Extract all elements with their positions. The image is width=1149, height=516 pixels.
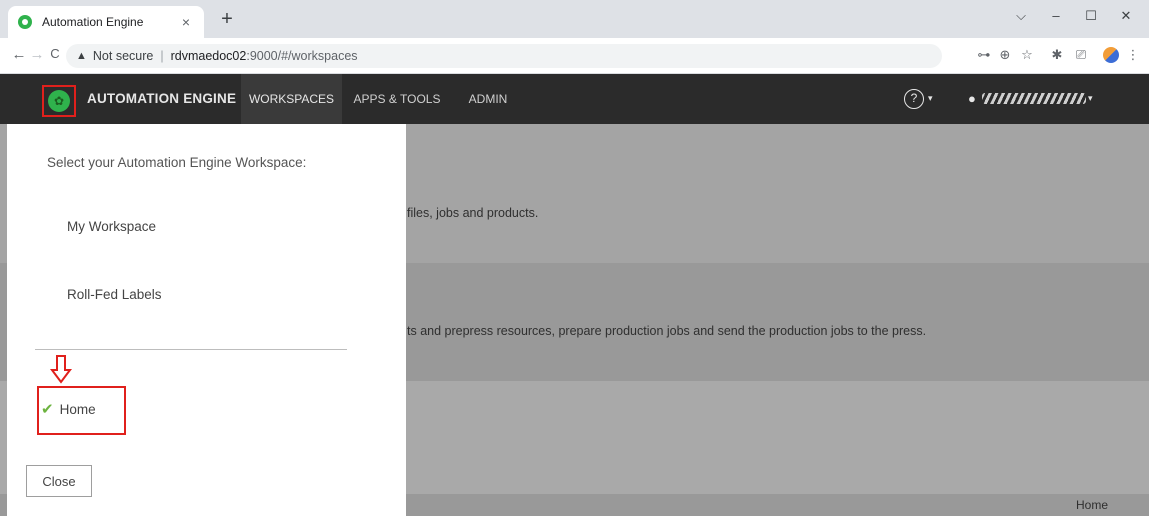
- password-key-icon[interactable]: ⊶: [975, 47, 993, 63]
- address-bar[interactable]: ▲ Not secure | rdvmaedoc02:9000/#/worksp…: [66, 44, 942, 68]
- home-label: Home: [59, 401, 96, 417]
- forward-button[interactable]: →: [28, 46, 46, 63]
- checkmark-icon: ✔: [41, 401, 54, 418]
- background-description-1: files, jobs and products.: [407, 206, 539, 220]
- help-icon[interactable]: ?: [904, 89, 924, 109]
- tab-close-icon[interactable]: ×: [178, 14, 194, 30]
- workspace-item-my-workspace[interactable]: My Workspace: [49, 212, 173, 242]
- workspace-panel: Select your Automation Engine Workspace:…: [7, 124, 406, 516]
- reload-button[interactable]: C: [46, 46, 64, 61]
- zoom-icon[interactable]: ⊕: [996, 47, 1014, 63]
- profile-avatar-icon[interactable]: [1103, 47, 1119, 63]
- url-path[interactable]: :9000/#/workspaces: [246, 49, 357, 63]
- close-button[interactable]: Close: [26, 465, 92, 497]
- browser-tab[interactable]: Automation Engine ×: [8, 6, 204, 38]
- minimize-button[interactable]: –: [1044, 8, 1068, 23]
- app-header: ✿ AUTOMATION ENGINE WORKSPACES APPS & TO…: [0, 74, 1149, 124]
- automation-engine-favicon-icon: [18, 15, 32, 29]
- user-name-redacted[interactable]: [982, 93, 1086, 104]
- browser-toolbar: ← → C ▲ Not secure | rdvmaedoc02:9000/#/…: [0, 38, 1149, 74]
- logo-highlight-box: ✿: [42, 85, 76, 117]
- background-description-2: ts and prepress resources, prepare produ…: [407, 324, 927, 338]
- nav-admin[interactable]: ADMIN: [460, 74, 516, 124]
- new-tab-button[interactable]: +: [216, 8, 238, 31]
- help-caret-icon[interactable]: ▾: [928, 93, 933, 104]
- panel-divider: [35, 349, 347, 350]
- back-button[interactable]: ←: [10, 46, 28, 63]
- url-separator: |: [160, 49, 164, 63]
- panel-title: Select your Automation Engine Workspace:: [47, 155, 307, 170]
- down-arrow-icon: [50, 355, 72, 384]
- workspace-item-home[interactable]: ✔ Home: [41, 400, 96, 418]
- user-icon[interactable]: ●: [968, 91, 976, 106]
- url-host[interactable]: rdvmaedoc02: [171, 49, 247, 63]
- maximize-button[interactable]: ☐: [1079, 8, 1103, 24]
- nav-apps-tools[interactable]: APPS & TOOLS: [350, 74, 444, 124]
- bookmark-star-icon[interactable]: ☆: [1018, 47, 1036, 63]
- window-close-button[interactable]: ✕: [1114, 8, 1138, 24]
- browser-tab-bar: Automation Engine × + ⌵ – ☐ ✕: [0, 0, 1149, 38]
- footer-home-link[interactable]: Home: [1076, 498, 1108, 512]
- app-title: AUTOMATION ENGINE: [87, 91, 237, 106]
- tab-search-icon[interactable]: ⌵: [1009, 8, 1033, 24]
- browser-menu-icon[interactable]: ⋮: [1124, 47, 1142, 63]
- tab-title: Automation Engine: [42, 15, 144, 29]
- automation-engine-logo-icon[interactable]: ✿: [48, 90, 70, 112]
- cast-icon[interactable]: ⎚: [1072, 47, 1090, 63]
- nav-workspaces[interactable]: WORKSPACES: [241, 74, 342, 124]
- user-caret-icon[interactable]: ▾: [1088, 93, 1093, 104]
- extensions-icon[interactable]: ✱: [1048, 47, 1066, 63]
- warning-triangle-icon[interactable]: ▲: [76, 50, 87, 62]
- not-secure-label[interactable]: Not secure: [93, 49, 153, 63]
- workspace-item-roll-fed-labels[interactable]: Roll-Fed Labels: [49, 280, 173, 310]
